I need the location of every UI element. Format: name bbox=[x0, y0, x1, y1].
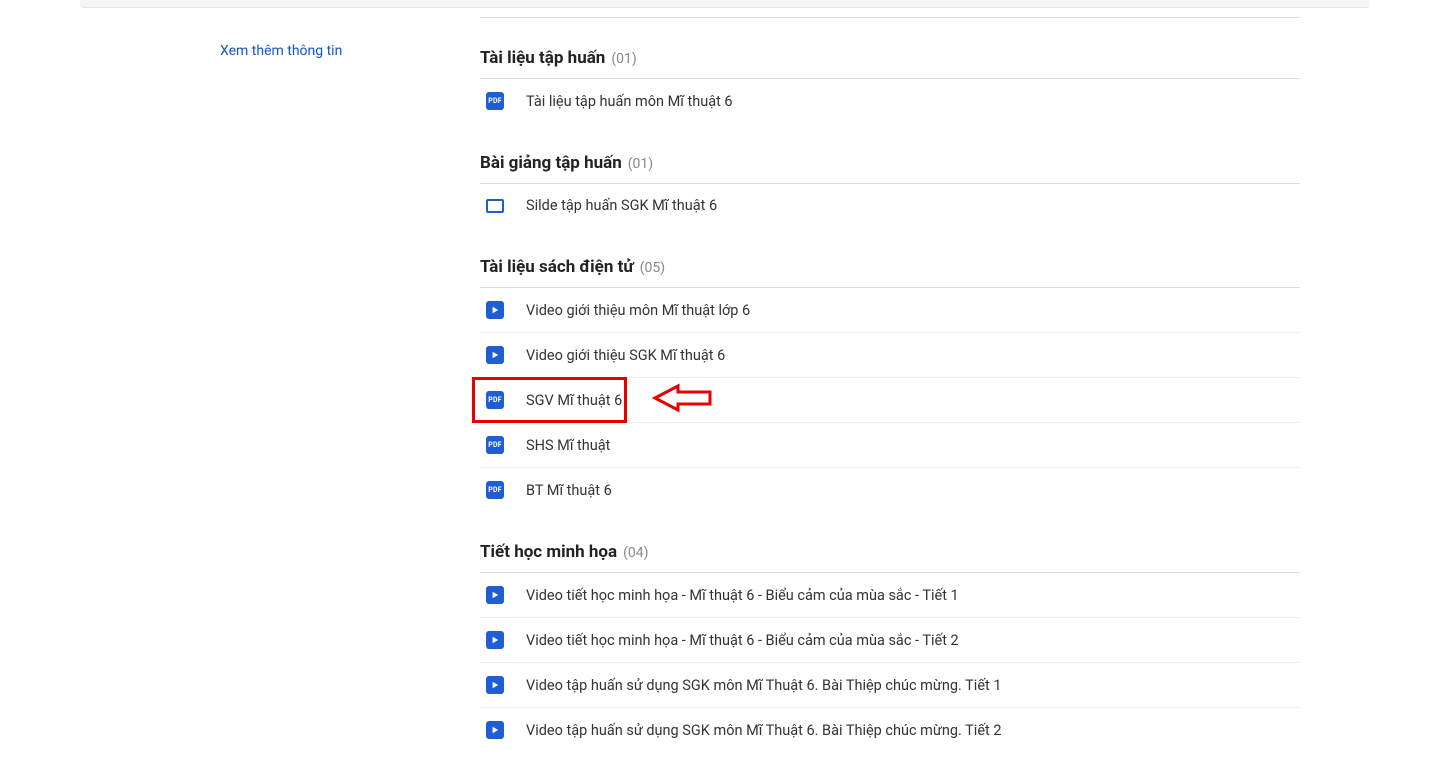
video-icon bbox=[486, 631, 504, 649]
video-icon bbox=[486, 301, 504, 319]
pdf-icon: PDF bbox=[486, 436, 504, 454]
section-tap-huan: Tài liệu tập huấn (01) PDF Tài liệu tập huấ… bbox=[480, 48, 1300, 123]
resource-item[interactable]: Video tiết học minh họa - Mĩ thuật 6 - B… bbox=[480, 573, 1300, 618]
resource-item[interactable]: Video giới thiệu SGK Mĩ thuật 6 bbox=[480, 333, 1300, 378]
video-icon bbox=[486, 721, 504, 739]
video-icon bbox=[486, 346, 504, 364]
partial-section-header bbox=[480, 8, 1300, 18]
video-icon bbox=[486, 586, 504, 604]
resource-title: SGV Mĩ thuật 6 bbox=[526, 392, 622, 409]
window-top-bar bbox=[80, 0, 1370, 8]
resource-item[interactable]: Video tiết học minh họa - Mĩ thuật 6 - B… bbox=[480, 618, 1300, 663]
arrow-annotation bbox=[650, 378, 720, 422]
resource-item[interactable]: Video tập huấn sử dụng SGK môn Mĩ Thuật … bbox=[480, 708, 1300, 752]
section-title: Tiết học minh họa bbox=[480, 542, 617, 562]
section-header: Tài liệu tập huấn (01) bbox=[480, 48, 1300, 79]
video-icon bbox=[486, 676, 504, 694]
section-sach-dien-tu: Tài liệu sách điện tử (05) Video giới thiệ… bbox=[480, 257, 1300, 512]
section-count: (01) bbox=[611, 51, 636, 67]
resource-item[interactable]: Video giới thiệu môn Mĩ thuật lớp 6 bbox=[480, 288, 1300, 333]
resource-title: BT Mĩ thuật 6 bbox=[526, 482, 612, 499]
resource-title: SHS Mĩ thuật bbox=[526, 437, 610, 454]
resource-title: Video tiết học minh họa - Mĩ thuật 6 - B… bbox=[526, 632, 959, 649]
pdf-icon: PDF bbox=[486, 481, 504, 499]
resource-title: Tài liệu tập huấn môn Mĩ thuật 6 bbox=[526, 93, 733, 110]
section-count: (04) bbox=[623, 545, 648, 561]
resource-item[interactable]: Video tập huấn sử dụng SGK môn Mĩ Thuật … bbox=[480, 663, 1300, 708]
section-header: Tài liệu sách điện tử (05) bbox=[480, 257, 1300, 288]
resource-title: Silde tập huấn SGK Mĩ thuật 6 bbox=[526, 197, 717, 214]
presentation-icon bbox=[486, 199, 504, 213]
section-header: Tiết học minh họa (04) bbox=[480, 542, 1300, 573]
resource-title: Video tập huấn sử dụng SGK môn Mĩ Thuật … bbox=[526, 677, 1002, 694]
resource-title: Video giới thiệu SGK Mĩ thuật 6 bbox=[526, 347, 725, 364]
section-count: (05) bbox=[640, 260, 665, 276]
main-content: Tài liệu tập huấn (01) PDF Tài liệu tập huấ… bbox=[480, 8, 1300, 777]
resource-item[interactable]: PDF BT Mĩ thuật 6 bbox=[480, 468, 1300, 512]
section-title: Bài giảng tập huấn bbox=[480, 153, 622, 173]
resource-title: Video tập huấn sử dụng SGK môn Mĩ Thuật … bbox=[526, 722, 1002, 739]
sidebar: Xem thêm thông tin bbox=[20, 8, 380, 777]
section-title: Tài liệu sách điện tử bbox=[480, 257, 634, 277]
section-header: Bài giảng tập huấn (01) bbox=[480, 153, 1300, 184]
section-title: Tài liệu tập huấn bbox=[480, 48, 605, 68]
section-tiet-hoc: Tiết học minh họa (04) Video tiết học minh… bbox=[480, 542, 1300, 752]
view-more-link[interactable]: Xem thêm thông tin bbox=[220, 43, 342, 59]
page-layout: Xem thêm thông tin Tài liệu tập huấn (01)… bbox=[0, 8, 1430, 777]
pdf-icon: PDF bbox=[486, 391, 504, 409]
resource-item[interactable]: PDF Tài liệu tập huấn môn Mĩ thuật 6 bbox=[480, 79, 1300, 123]
pdf-icon: PDF bbox=[486, 92, 504, 110]
resource-title: Video giới thiệu môn Mĩ thuật lớp 6 bbox=[526, 302, 750, 319]
resource-item[interactable]: Silde tập huấn SGK Mĩ thuật 6 bbox=[480, 184, 1300, 227]
resource-title: Video tiết học minh họa - Mĩ thuật 6 - B… bbox=[526, 587, 959, 604]
resource-item[interactable]: PDF SHS Mĩ thuật bbox=[480, 423, 1300, 468]
section-bai-giang: Bài giảng tập huấn (01) Silde tập huấn SGK… bbox=[480, 153, 1300, 227]
section-count: (01) bbox=[628, 156, 653, 172]
resource-item[interactable]: PDF SGV Mĩ thuật 6 bbox=[480, 378, 1300, 423]
